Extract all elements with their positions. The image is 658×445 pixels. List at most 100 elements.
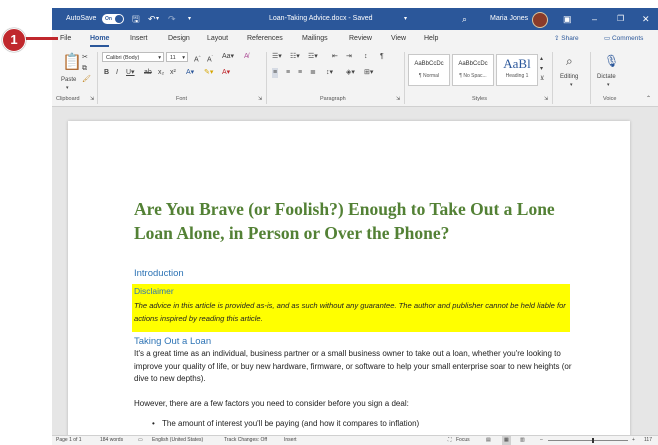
find-icon[interactable]: ⌕ <box>566 54 573 68</box>
zoom-slider-thumb[interactable] <box>592 438 594 443</box>
font-name-select[interactable]: Calibri (Body) ▾ <box>102 52 164 62</box>
styles-more-icon[interactable]: ⊻ <box>540 74 544 84</box>
redo-icon[interactable]: ↷ <box>168 8 176 30</box>
title-dropdown-icon[interactable]: ▾ <box>404 8 407 30</box>
multilevel-list-icon[interactable]: ☲▾ <box>308 52 318 62</box>
microphone-icon[interactable]: 🎙 <box>604 54 619 68</box>
paste-label[interactable]: Paste <box>61 75 76 85</box>
borders-icon[interactable]: ⊞▾ <box>364 68 373 78</box>
tab-help[interactable]: Help <box>424 30 438 48</box>
style-heading-1[interactable]: AaBl Heading 1 <box>496 54 538 86</box>
autosave-toggle[interactable]: On <box>102 14 124 24</box>
strikethrough-icon[interactable]: ab <box>144 68 152 78</box>
styles-scroll-up-icon[interactable]: ▴ <box>540 54 543 64</box>
document-page[interactable] <box>68 121 630 441</box>
undo-icon[interactable]: ↶ <box>148 8 156 30</box>
grow-font-icon[interactable]: A^ <box>194 52 201 65</box>
cut-icon[interactable]: ✂ <box>82 53 88 63</box>
chevron-down-icon[interactable]: ▾ <box>570 80 573 90</box>
tab-file[interactable]: File <box>60 30 71 48</box>
tab-view[interactable]: View <box>391 30 406 48</box>
title-bar: AutoSave On 🖫 ↶ ▾ ↷ ▾ Loan-Taking Advice… <box>52 8 658 30</box>
user-name[interactable]: Maria Jones <box>490 8 528 30</box>
tab-design[interactable]: Design <box>168 30 190 48</box>
change-case-icon[interactable]: Aa▾ <box>222 52 234 62</box>
paste-dropdown-icon[interactable]: ▾ <box>66 83 69 93</box>
disclaimer-text[interactable]: The advice in this article is provided a… <box>134 299 570 325</box>
chevron-down-icon: ▾ <box>158 55 161 61</box>
clipboard-launcher-icon[interactable]: ⇲ <box>90 94 94 104</box>
style-normal[interactable]: AaBbCcDc ¶ Normal <box>408 54 450 86</box>
paragraph-launcher-icon[interactable]: ⇲ <box>396 94 400 104</box>
step-badge: 1 <box>2 28 26 52</box>
tab-mailings[interactable]: Mailings <box>302 30 328 48</box>
bold-icon[interactable]: B <box>104 68 109 78</box>
chevron-down-icon[interactable]: ▾ <box>607 80 610 90</box>
restore-icon[interactable]: ❐ <box>617 8 624 30</box>
align-left-icon[interactable]: ≡ <box>272 68 279 78</box>
tab-review[interactable]: Review <box>349 30 372 48</box>
search-icon[interactable]: ⌕ <box>462 8 467 30</box>
align-right-icon[interactable]: ≡ <box>298 68 302 78</box>
font-launcher-icon[interactable]: ⇲ <box>258 94 262 104</box>
minimize-icon[interactable]: – <box>592 8 597 30</box>
sort-icon[interactable]: ↕ <box>364 52 368 62</box>
taking-out-loan-heading[interactable]: Taking Out a Loan <box>134 336 211 347</box>
decrease-indent-icon[interactable]: ⇤ <box>332 52 338 62</box>
shading-icon[interactable]: ◈▾ <box>346 68 355 78</box>
bullets-icon[interactable]: ☰▾ <box>272 52 282 62</box>
disclaimer-heading[interactable]: Disclaimer <box>134 286 174 296</box>
show-marks-icon[interactable]: ¶ <box>380 52 384 62</box>
numbering-icon[interactable]: ☷▾ <box>290 52 300 62</box>
avatar[interactable] <box>532 12 548 28</box>
tab-layout[interactable]: Layout <box>207 30 228 48</box>
styles-launcher-icon[interactable]: ⇲ <box>544 94 548 104</box>
subscript-icon[interactable]: x₂ <box>158 68 164 78</box>
styles-scroll-down-icon[interactable]: ▾ <box>540 64 543 74</box>
introduction-heading[interactable]: Introduction <box>134 268 184 279</box>
collapse-ribbon-icon[interactable]: ⌃ <box>646 94 651 104</box>
ribbon-tabs: File Home Insert Design Layout Reference… <box>52 30 658 48</box>
document-title-heading[interactable]: Are You Brave (or Foolish?) Enough to Ta… <box>134 197 574 245</box>
align-center-icon[interactable]: ≡ <box>286 68 290 78</box>
tab-references[interactable]: References <box>247 30 283 48</box>
justify-icon[interactable]: ≣ <box>310 68 316 78</box>
italic-icon[interactable]: I <box>116 68 118 78</box>
superscript-icon[interactable]: x² <box>170 68 176 78</box>
increase-indent-icon[interactable]: ⇥ <box>346 52 352 62</box>
list-item[interactable]: The amount of interest you'll be paying … <box>152 419 582 428</box>
divider <box>404 52 405 104</box>
ribbon-display-icon[interactable]: ▣ <box>563 8 572 30</box>
body-paragraph[interactable]: It's a great time as an individual, busi… <box>134 348 574 386</box>
text-effects-icon[interactable]: A▾ <box>186 68 194 78</box>
customize-toolbar-icon[interactable]: ▾ <box>188 8 191 30</box>
comments-label: Comments <box>611 35 644 42</box>
tab-home[interactable]: Home <box>90 30 110 48</box>
divider <box>552 52 553 104</box>
style-no-spacing[interactable]: AaBbCcDc ¶ No Spac... <box>452 54 494 86</box>
share-button[interactable]: ⇪ Share <box>550 33 583 45</box>
tab-insert[interactable]: Insert <box>130 30 148 48</box>
copy-icon[interactable]: ⧉ <box>82 64 87 74</box>
style-preview: AaBbCcDc <box>414 61 444 67</box>
clear-formatting-icon[interactable]: A̸ <box>244 52 249 62</box>
underline-icon[interactable]: U▾ <box>126 68 135 78</box>
font-size-select[interactable]: 11 ▾ <box>166 52 188 62</box>
shrink-font-icon[interactable]: Aˇ <box>207 52 213 65</box>
highlight-icon[interactable]: ✎▾ <box>204 68 213 78</box>
line-spacing-icon[interactable]: ↕▾ <box>326 68 333 78</box>
autosave-state: On <box>105 16 112 22</box>
format-painter-icon[interactable]: 🖌 <box>82 75 91 85</box>
close-icon[interactable]: ✕ <box>642 8 650 30</box>
body-paragraph[interactable]: However, there are a few factors you nee… <box>134 399 574 408</box>
document-title: Loan-Taking Advice.docx - Saved <box>269 15 373 22</box>
paste-icon[interactable]: 📋 <box>62 54 82 72</box>
comments-button[interactable]: ▭ Comments <box>600 33 647 45</box>
zoom-slider[interactable] <box>548 440 628 441</box>
save-icon[interactable]: 🖫 <box>132 8 140 30</box>
paragraph-group-label: Paragraph <box>320 96 346 102</box>
ribbon: 📋 Paste ▾ ✂ ⧉ 🖌 Clipboard ⇲ Calibri (Bod… <box>52 48 658 107</box>
style-name: ¶ Normal <box>418 73 440 79</box>
font-color-icon[interactable]: A▾ <box>222 68 230 78</box>
undo-dropdown-icon[interactable]: ▾ <box>156 8 159 30</box>
